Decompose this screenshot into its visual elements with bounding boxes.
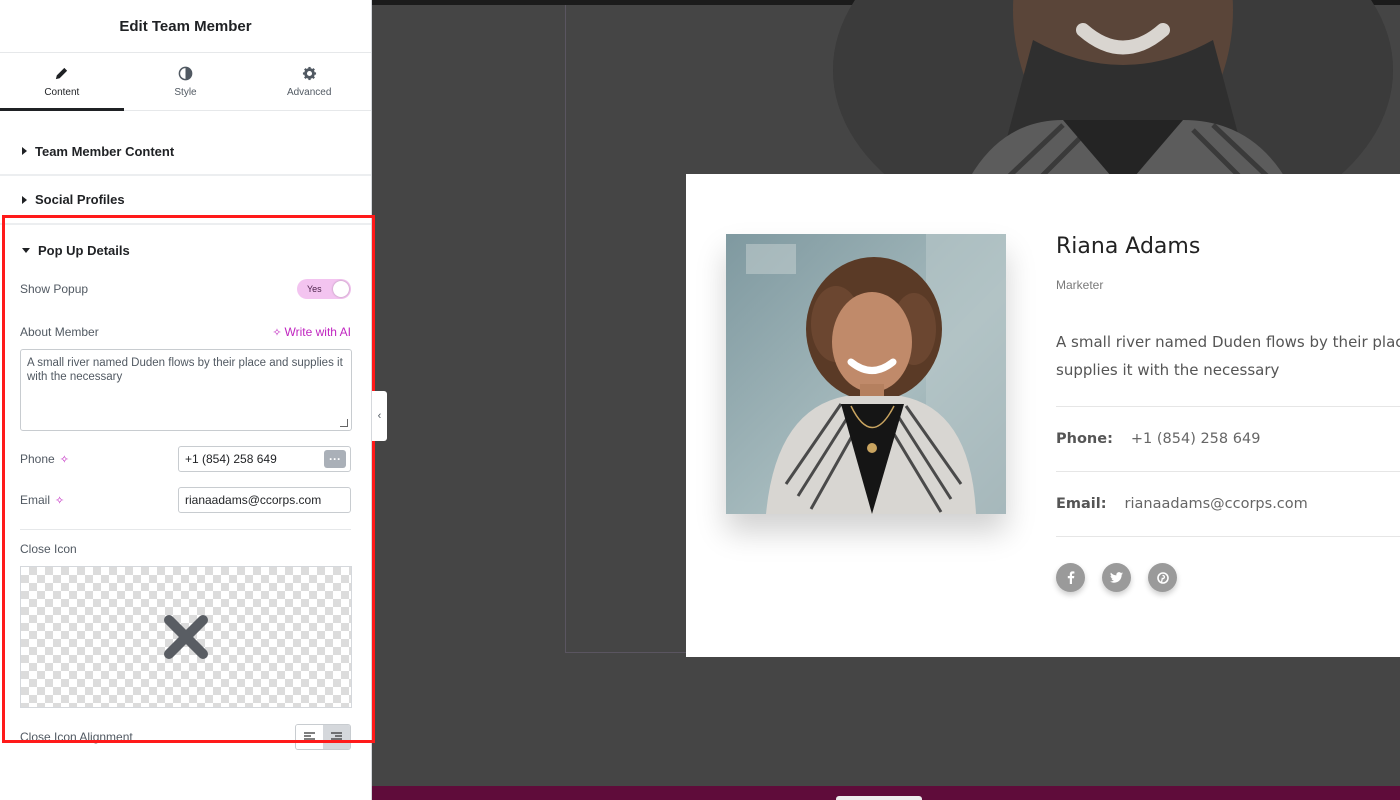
preview-frame: [565, 5, 687, 653]
panel-tabs: Content Style Advanced: [0, 53, 371, 111]
member-about: A small river named Duden flows by their…: [1056, 333, 1400, 379]
member-phone: Phone: +1 (854) 258 649: [1056, 407, 1400, 471]
team-member-info: Riana Adams Marketer A small river named…: [1056, 234, 1400, 592]
highlight-box: [2, 215, 375, 743]
team-member-popup-card: Riana Adams Marketer A small river named…: [686, 174, 1400, 657]
member-email: Email: rianaadams@ccorps.com: [1056, 472, 1400, 536]
tab-content-label: Content: [44, 86, 80, 98]
facebook-icon[interactable]: [1056, 563, 1085, 592]
email-value[interactable]: rianaadams@ccorps.com: [1125, 496, 1308, 512]
section-team-member-content[interactable]: Team Member Content: [0, 128, 371, 176]
pinterest-icon[interactable]: [1148, 563, 1177, 592]
twitter-icon[interactable]: [1102, 563, 1131, 592]
section-label: Social Profiles: [35, 192, 125, 207]
tab-advanced[interactable]: Advanced: [247, 53, 371, 110]
team-member-photo: [726, 234, 1006, 514]
bottom-bar-pill: [836, 796, 922, 800]
collapse-panel-button[interactable]: ‹: [372, 391, 387, 441]
phone-value[interactable]: +1 (854) 258 649: [1131, 431, 1261, 447]
panel-title: Edit Team Member: [0, 0, 371, 53]
phone-label: Phone:: [1056, 431, 1113, 447]
tab-style-label: Style: [174, 86, 197, 98]
member-name: Riana Adams: [1056, 234, 1201, 259]
team-member-photo-illustration: [726, 234, 1006, 514]
tab-style[interactable]: Style: [124, 53, 248, 110]
caret-right-icon: [22, 147, 27, 155]
caret-right-icon: [22, 195, 27, 204]
email-label: Email:: [1056, 496, 1107, 512]
half-circle-icon: [178, 66, 193, 80]
divider: [1056, 536, 1400, 537]
section-label: Team Member Content: [35, 143, 175, 159]
social-links: [1056, 563, 1400, 592]
member-role: Marketer: [1056, 278, 1104, 292]
gear-icon: [302, 66, 316, 80]
tab-content[interactable]: Content: [0, 53, 124, 111]
chevron-left-icon: ‹: [377, 410, 382, 422]
pencil-icon: [56, 67, 68, 79]
preview-bottom-bar: [372, 786, 1400, 800]
tab-advanced-label: Advanced: [286, 86, 332, 98]
